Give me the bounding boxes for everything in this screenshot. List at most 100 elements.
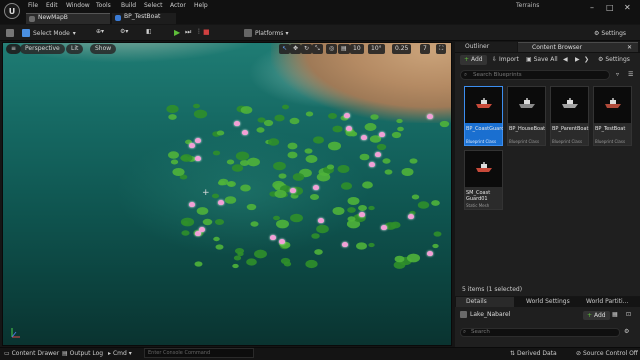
settings-button[interactable]: ⚙ Settings (598, 55, 630, 65)
lily-pad (312, 136, 324, 145)
source-control-button[interactable]: ⊘ Source Control Off (576, 349, 638, 358)
maximize-icon[interactable]: □ (606, 3, 614, 12)
menu-file[interactable]: File (28, 2, 38, 9)
content-drawer-button[interactable]: ▭ Content Drawer (4, 349, 59, 358)
rotation-snap-value[interactable]: 10° (368, 44, 385, 54)
surface-snap-icon[interactable]: ▤ (338, 44, 350, 54)
lock-icon[interactable]: ⊡ (626, 311, 631, 318)
lit-button[interactable]: Lit (66, 44, 84, 54)
blueprint-icon[interactable]: ▦ (612, 311, 618, 318)
console-input[interactable]: Enter Console Command (144, 348, 254, 358)
details-add-button[interactable]: + Add (583, 311, 610, 320)
save-all-button[interactable]: ▣ Save All (526, 55, 558, 65)
boat-icon (519, 98, 535, 108)
lily-pad (263, 120, 274, 127)
viewport-menu-icon[interactable]: ≡ (6, 44, 22, 54)
menu-tools[interactable]: Tools (96, 2, 111, 9)
level-viewport[interactable] (2, 42, 452, 346)
filter-icon[interactable]: ▿ (616, 70, 619, 80)
cinematics-icon[interactable]: ◧ (146, 28, 152, 38)
platforms-label: Platforms (255, 29, 284, 37)
settings-button[interactable]: ⚙ Settings (594, 28, 626, 38)
folder-icon[interactable]: ❯ (584, 55, 589, 65)
tab-details[interactable]: Details (456, 297, 514, 307)
perspective-button[interactable]: Perspective (20, 44, 65, 54)
lily-pad (276, 219, 290, 229)
scale-snap-value[interactable]: 0.25 (392, 44, 412, 54)
tab-content-browser[interactable]: Content Browser ✕ (518, 42, 638, 52)
world-local-icon[interactable]: ◎ (326, 44, 338, 54)
asset-tile[interactable]: SM_Coast Guard01 Static Mesh (464, 150, 503, 210)
lotus-flower (369, 162, 376, 168)
level-icon (29, 16, 35, 22)
play-icon[interactable]: ▶ (174, 28, 180, 38)
add-button[interactable]: + Add (460, 55, 487, 65)
menu-help[interactable]: Help (194, 2, 208, 9)
menu-window[interactable]: Window (66, 2, 90, 9)
select-mode-button[interactable]: Select Mode ▾ (22, 28, 82, 38)
content-search-input[interactable]: ⌕ Search Blueprints (460, 70, 610, 80)
menu-actor[interactable]: Actor (170, 2, 186, 9)
history-forward-icon[interactable]: ▶ (575, 55, 580, 65)
lily-pad (290, 214, 304, 223)
show-button[interactable]: Show (90, 44, 117, 54)
view-options-icon[interactable]: ☰ (628, 70, 633, 80)
details-search-input[interactable]: ⌕ Search (460, 328, 620, 337)
lotus-flower (318, 218, 325, 224)
scale-transform-icon[interactable]: ⤡ (312, 44, 323, 54)
lily-pad (232, 164, 244, 172)
asset-tile[interactable]: BP_TestBoat Blueprint Class (593, 86, 632, 146)
tab-world-partition[interactable]: World Partiti... (576, 297, 638, 307)
menu-select[interactable]: Select (144, 2, 163, 9)
lily-pad (309, 193, 319, 200)
asset-tile[interactable]: BP_HouseBoat Blueprint Class (507, 86, 546, 146)
property-matrix-icon[interactable]: ⚙ (624, 328, 629, 335)
save-icon[interactable] (6, 28, 14, 38)
search-placeholder: Search Blueprints (473, 72, 522, 78)
output-log-button[interactable]: ▤ Output Log (62, 349, 103, 358)
minimize-icon[interactable]: – (590, 3, 594, 12)
platforms-button[interactable]: Platforms ▾ (244, 28, 288, 38)
import-label: Import (498, 56, 519, 63)
asset-type: Static Mesh (466, 203, 490, 208)
stop-icon[interactable]: ■ (203, 28, 210, 38)
derived-data-icon: ⇅ (510, 350, 516, 357)
play-options-icon[interactable]: ⋮ (196, 28, 202, 38)
camera-speed-value[interactable]: 7 (420, 44, 430, 54)
lily-pad (203, 219, 213, 226)
unreal-logo-icon[interactable]: U (4, 3, 20, 19)
add-content-icon[interactable]: ⊕▾ (96, 28, 104, 38)
asset-type: Blueprint Class (466, 139, 497, 144)
lily-pad (170, 159, 178, 165)
maximize-viewport-icon[interactable]: ⛶ (436, 44, 447, 54)
tab-newmapb[interactable]: NewMapB (26, 13, 110, 24)
tab-bp-testboat[interactable]: BP_TestBoat (112, 13, 176, 24)
select-transform-icon[interactable]: ↖ (279, 44, 291, 54)
rotate-transform-icon[interactable]: ↻ (301, 44, 313, 54)
terminal-icon: ▸ (108, 350, 112, 357)
cmd-dropdown[interactable]: ▸ Cmd ▾ (108, 349, 132, 358)
menu-edit[interactable]: Edit (46, 2, 58, 9)
blueprint-menu-icon[interactable]: ⚙▾ (120, 28, 128, 38)
asset-tile[interactable]: BP_ParentBoat Blueprint Class (550, 86, 589, 146)
step-icon[interactable]: ⏭ (185, 28, 191, 38)
lily-pad (196, 207, 209, 216)
lotus-flower (343, 113, 350, 119)
asset-tile[interactable]: BP_CoastGuard Blueprint Class (464, 86, 503, 146)
lily-pad (347, 197, 360, 206)
boat-icon (476, 98, 492, 108)
lily-pad (289, 117, 300, 125)
lily-pad (432, 243, 439, 248)
menu-build[interactable]: Build (121, 2, 136, 9)
import-button[interactable]: ⇩ Import (492, 55, 519, 65)
lily-pad (215, 244, 224, 251)
actor-name[interactable]: Lake_Nabarel (470, 311, 510, 318)
derived-data-button[interactable]: ⇅ Derived Data (510, 349, 557, 358)
lily-pad (391, 131, 402, 138)
tab-outliner[interactable]: Outliner (455, 42, 517, 52)
history-back-icon[interactable]: ◀ (563, 55, 568, 65)
close-icon[interactable]: ✕ (624, 3, 631, 12)
grid-snap-value[interactable]: 10 (350, 44, 364, 54)
tab-world-settings[interactable]: World Settings (516, 297, 572, 307)
move-transform-icon[interactable]: ✥ (290, 44, 302, 54)
